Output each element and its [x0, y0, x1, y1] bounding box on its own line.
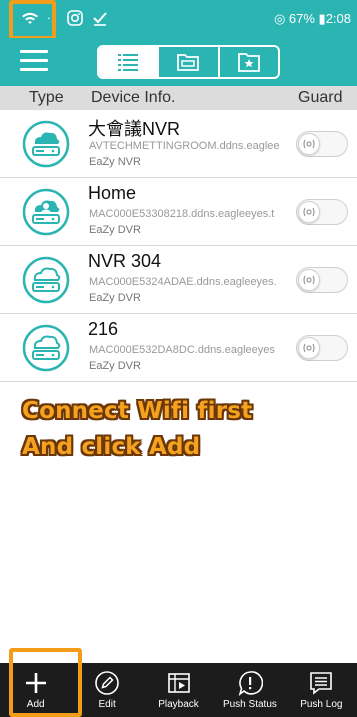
device-name: 216	[88, 319, 119, 339]
device-address: AVTECHMETTINGROOM.ddns.eaglee	[89, 140, 280, 152]
guard-toggle[interactable]	[296, 335, 348, 361]
guard-knob	[298, 337, 320, 359]
device-type: EaZy NVR	[89, 156, 141, 168]
list-icon	[118, 54, 139, 71]
view-tabs	[97, 45, 280, 79]
guard-toggle[interactable]	[296, 131, 348, 157]
tab-list[interactable]	[99, 47, 160, 77]
add-highlight-box	[9, 648, 82, 717]
device-type: EaZy DVR	[89, 292, 141, 304]
status-right-text: ◎ 67% ▮2:08	[273, 11, 351, 26]
folder-icon	[177, 54, 200, 71]
menu-button[interactable]	[20, 50, 48, 74]
wifi-highlight-box	[9, 0, 56, 40]
cloud-user-dvr-icon	[22, 188, 70, 236]
device-name: 大會議NVR	[88, 119, 181, 139]
push-log-button[interactable]: Push Log	[286, 663, 357, 717]
push-status-label: Push Status	[222, 699, 277, 710]
alarm-signal-icon	[303, 139, 315, 149]
device-name: Home	[88, 183, 137, 203]
edit-button[interactable]: Edit	[71, 663, 142, 717]
alarm-signal-icon	[303, 343, 315, 353]
header-type: Type	[29, 89, 64, 106]
annotation-line-2: And click Add	[22, 434, 201, 460]
tab-folder[interactable]	[159, 47, 220, 77]
guard-knob	[298, 201, 320, 223]
playback-icon	[167, 673, 190, 693]
device-row[interactable]: Home MAC000E53308218.ddns.eagleeyes.t Ea…	[0, 178, 357, 246]
annotation-line-1: Connect Wifi first	[22, 398, 253, 424]
device-address: MAC000E532DA8DC.ddns.eagleeyes	[89, 344, 275, 356]
alert-bubble-icon	[238, 671, 263, 696]
checkmark-icon	[92, 10, 108, 30]
cloud-dvr-icon	[22, 256, 70, 304]
alarm-signal-icon	[303, 207, 315, 217]
guard-knob	[298, 269, 320, 291]
cloud-nvr-icon	[22, 120, 70, 168]
device-address: MAC000E53308218.ddns.eagleeyes.t	[89, 208, 275, 220]
edit-label: Edit	[98, 699, 116, 710]
header-guard: Guard	[298, 89, 343, 106]
toolbar	[0, 38, 357, 86]
header-device-info: Device Info.	[91, 89, 176, 106]
device-row[interactable]: 大會議NVR AVTECHMETTINGROOM.ddns.eaglee EaZ…	[0, 110, 357, 178]
playback-label: Playback	[158, 699, 199, 710]
device-row[interactable]: 216 MAC000E532DA8DC.ddns.eagleeyes EaZy …	[0, 314, 357, 382]
push-log-label: Push Log	[300, 699, 343, 710]
tab-favorite[interactable]	[220, 47, 278, 77]
device-type: EaZy DVR	[89, 224, 141, 236]
guard-toggle[interactable]	[296, 267, 348, 293]
alarm-signal-icon	[303, 275, 315, 285]
log-list-icon	[310, 672, 333, 695]
playback-button[interactable]: Playback	[143, 663, 214, 717]
guard-knob	[298, 133, 320, 155]
device-address: MAC000E5324ADAE.ddns.eagleeyes.	[89, 276, 277, 288]
pencil-icon	[95, 671, 119, 695]
cloud-dvr-icon	[22, 324, 70, 372]
device-name: NVR 304	[88, 251, 162, 271]
device-row[interactable]: NVR 304 MAC000E5324ADAE.ddns.eagleeyes. …	[0, 246, 357, 314]
guard-toggle[interactable]	[296, 199, 348, 225]
push-status-button[interactable]: Push Status	[214, 663, 285, 717]
device-type: EaZy DVR	[89, 360, 141, 372]
favorite-icon	[237, 53, 260, 72]
table-header: Type Device Info. Guard	[0, 86, 357, 110]
hamburger-icon	[20, 50, 48, 53]
instagram-icon	[67, 10, 83, 30]
